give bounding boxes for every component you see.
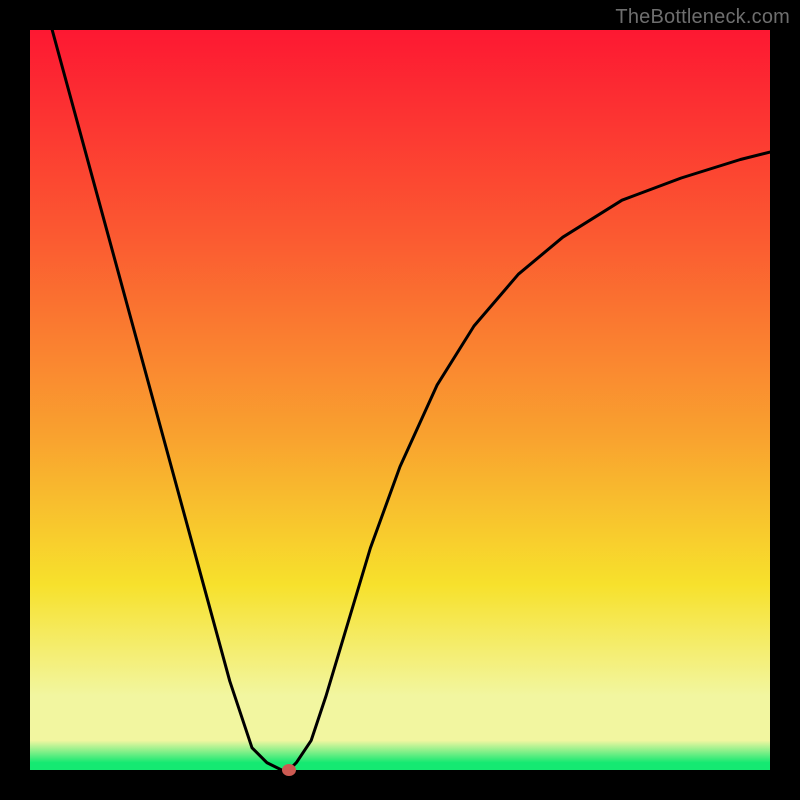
bottleneck-curve (30, 30, 770, 770)
chart-stage: TheBottleneck.com (0, 0, 800, 800)
plot-area (30, 30, 770, 770)
minimum-marker (282, 764, 296, 776)
watermark-text: TheBottleneck.com (615, 6, 790, 29)
